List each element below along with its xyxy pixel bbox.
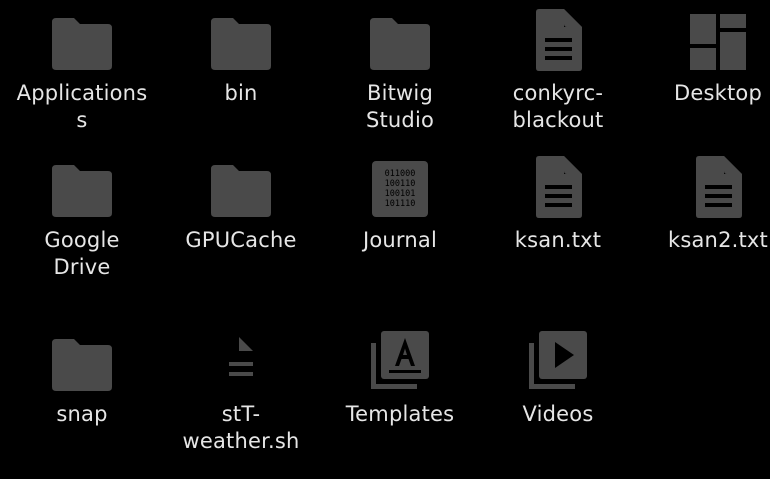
file-name-label: Google Drive [44, 228, 120, 279]
folder-icon [365, 8, 435, 72]
file-item-applications[interactable]: Applications s [7, 8, 157, 134]
script-file-icon [206, 329, 276, 393]
folder-icon [206, 155, 276, 219]
file-name-label: Applications s [16, 81, 148, 132]
file-name-label: ksan.txt [514, 228, 602, 252]
folder-icon [47, 329, 117, 393]
file-item-ksan-txt[interactable]: ksan.txt [483, 155, 633, 254]
file-name-label: Journal [362, 228, 438, 252]
text-document-icon [683, 155, 753, 219]
binary-glyph-row: 011000 [385, 169, 416, 179]
file-name-label: Templates [345, 402, 455, 426]
file-item-stt-weather-sh[interactable]: stT- weather.sh [166, 329, 316, 455]
folder-icon [206, 8, 276, 72]
file-item-google-drive[interactable]: Google Drive [7, 155, 157, 281]
file-item-bin[interactable]: bin [166, 8, 316, 107]
text-document-icon [523, 155, 593, 219]
desktop-folder-icon [683, 8, 753, 72]
text-document-icon [523, 8, 593, 72]
folder-icon [47, 8, 117, 72]
file-icon-grid: Applications s bin Bitwig Studio conkyrc… [0, 0, 770, 479]
file-item-conkyrc-blackout[interactable]: conkyrc- blackout [483, 8, 633, 134]
file-name-label: Bitwig Studio [365, 81, 435, 132]
file-item-templates[interactable]: Templates [325, 329, 475, 428]
file-item-snap[interactable]: snap [7, 329, 157, 428]
file-name-label: bin [224, 81, 258, 105]
file-name-label: stT- weather.sh [182, 402, 300, 453]
file-name-label: ksan2.txt [667, 228, 768, 252]
file-item-journal[interactable]: 011000 100110 100101 101110 Journal [325, 155, 475, 254]
file-name-label: Videos [522, 402, 594, 426]
file-item-videos[interactable]: Videos [483, 329, 633, 428]
binary-glyph-row: 100101 [385, 189, 416, 199]
file-name-label: conkyrc- blackout [512, 81, 604, 132]
folder-icon [47, 155, 117, 219]
templates-folder-icon [365, 329, 435, 393]
binary-glyph-row: 100110 [385, 179, 416, 189]
file-name-label: Desktop [673, 81, 762, 105]
file-item-ksan2-txt[interactable]: ksan2.txt [643, 155, 770, 254]
file-item-gpucache[interactable]: GPUCache [166, 155, 316, 254]
binary-file-icon: 011000 100110 100101 101110 [365, 155, 435, 219]
binary-glyph-row: 101110 [385, 199, 416, 209]
videos-folder-icon [523, 329, 593, 393]
file-item-bitwig-studio[interactable]: Bitwig Studio [325, 8, 475, 134]
file-name-label: snap [56, 402, 108, 426]
file-name-label: GPUCache [185, 228, 297, 252]
file-item-desktop[interactable]: Desktop [643, 8, 770, 107]
